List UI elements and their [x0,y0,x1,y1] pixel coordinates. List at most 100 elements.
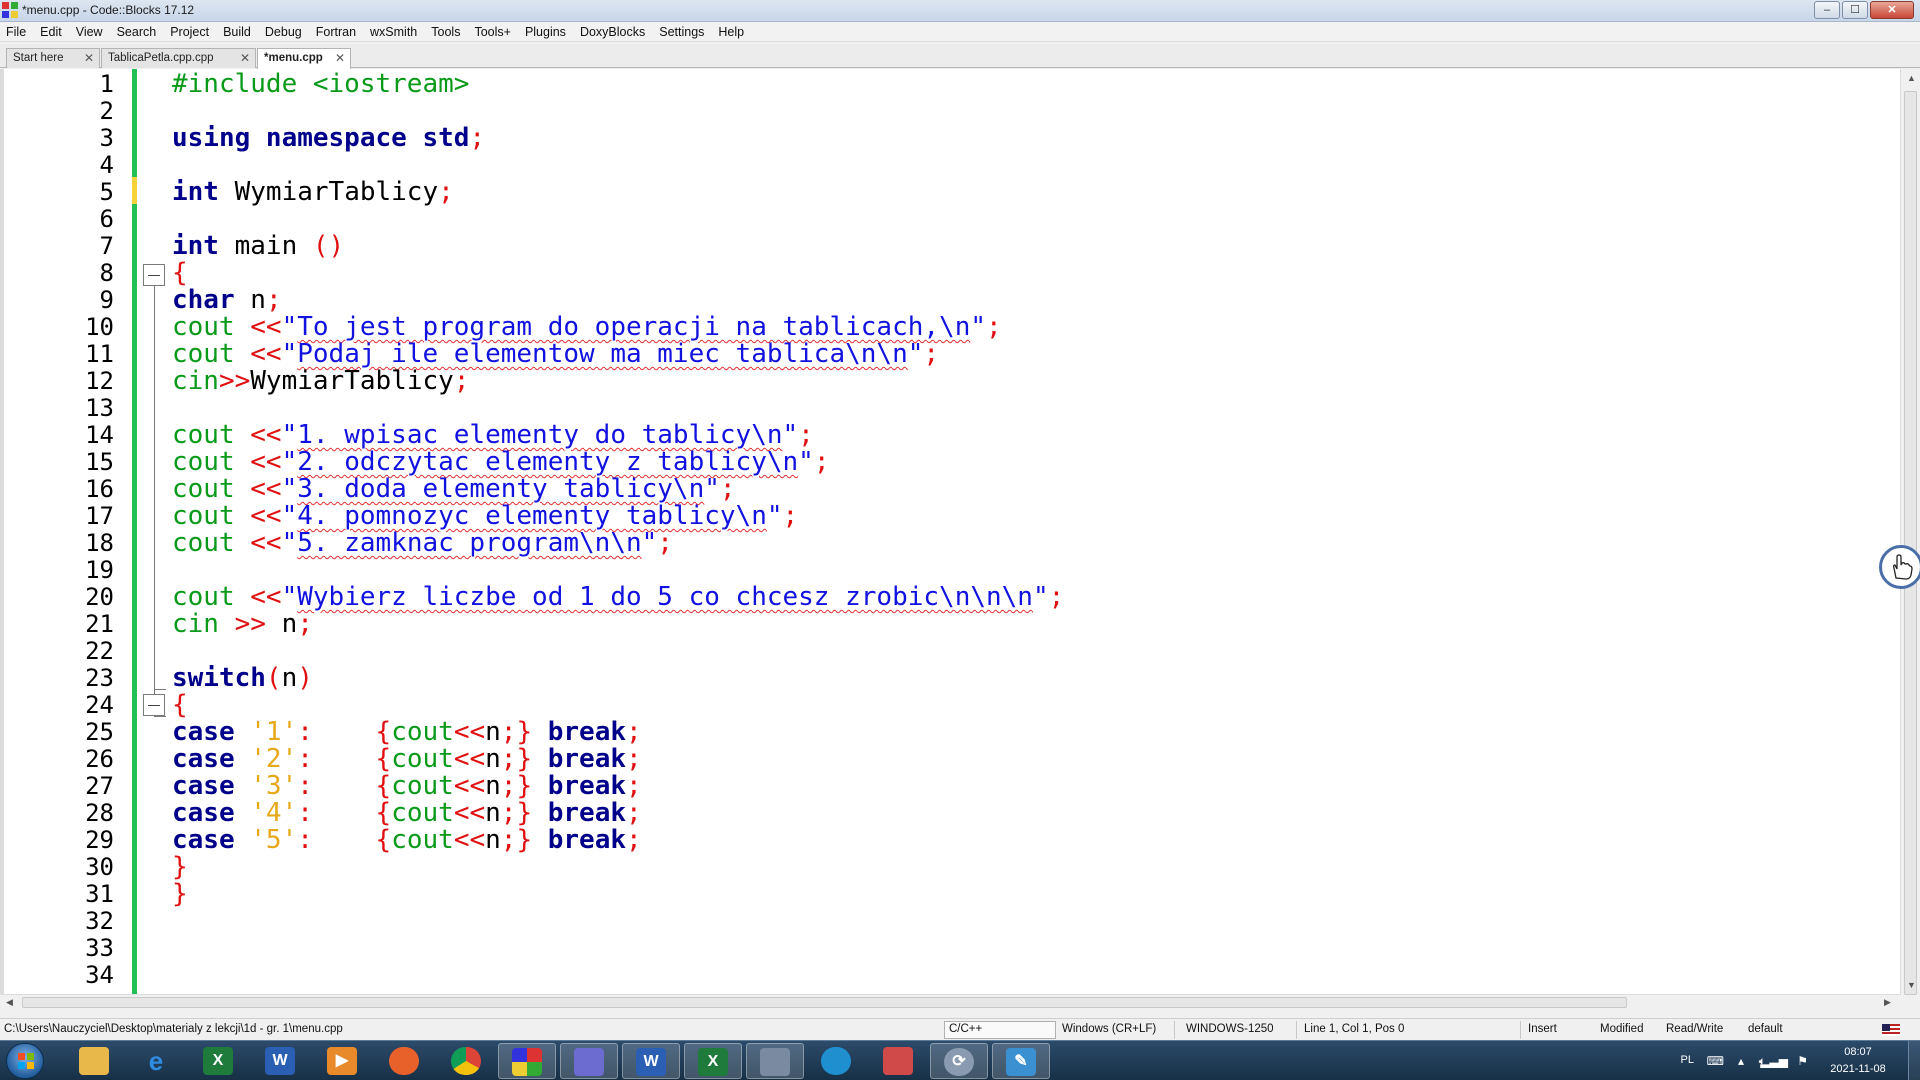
scroll-down-icon[interactable]: ▼ [1907,980,1916,990]
tab-menu-cpp[interactable]: *menu.cpp ✕ [257,48,351,69]
code-line: 29 case '5': {cout<<n;} break; [4,827,1900,854]
scroll-left-icon[interactable]: ◀ [6,997,13,1008]
code-text: cout <<"2. odczytac elementy z tablicy\n… [172,447,830,477]
code-text: #include <iostream> [172,69,470,99]
status-separator [1174,1021,1175,1039]
excel-icon: X [203,1047,233,1075]
line-number: 12 [85,367,114,395]
menu-wxsmith[interactable]: wxSmith [370,25,417,39]
tab-tablicapetla[interactable]: TablicaPetla.cpp.cpp ✕ [101,48,256,68]
line-number: 9 [99,286,114,314]
window-controls: ‒ ☐ ✕ [1814,1,1914,19]
vertical-scrollbar[interactable]: ▲ ▼ [1900,69,1920,995]
taskbar-word[interactable]: W [252,1043,310,1079]
tab-label: Start here [13,52,64,64]
code-line: 6 [4,206,1900,233]
menu-plugins[interactable]: Plugins [525,25,566,39]
start-button[interactable] [6,1043,44,1079]
code-line: 3 using namespace std; [4,125,1900,152]
menu-help[interactable]: Help [718,25,744,39]
status-cursor-position: Line 1, Col 1, Pos 0 [1304,1023,1405,1035]
action-center-icon[interactable]: ⚑ [1797,1054,1808,1068]
code-text: } [172,852,188,882]
line-number: 4 [99,151,114,179]
menu-settings[interactable]: Settings [659,25,704,39]
line-number: 17 [85,502,114,530]
line-number: 6 [99,205,114,233]
taskbar-notepad[interactable]: ✎ [992,1043,1050,1079]
code-text: cout <<"3. doda elementy tablicy\n"; [172,474,736,504]
code-line: 27 case '3': {cout<<n;} break; [4,773,1900,800]
line-number: 33 [85,934,114,962]
tab-close-icon[interactable]: ✕ [84,51,94,65]
minimize-button[interactable]: ‒ [1814,1,1840,19]
tab-start-here[interactable]: Start here ✕ [6,48,100,68]
tab-close-icon[interactable]: ✕ [335,51,345,65]
menu-edit[interactable]: Edit [40,25,62,39]
taskbar-excel[interactable]: X [190,1043,248,1079]
code-line: 30 } [4,854,1900,881]
menu-fortran[interactable]: Fortran [316,25,356,39]
scroll-up-icon[interactable]: ▲ [1907,73,1916,83]
code-text: cout <<"To jest program do operacji na t… [172,312,1002,342]
menu-tools-plus[interactable]: Tools+ [474,25,510,39]
line-number: 24 [85,691,114,719]
taskbar-edge[interactable] [808,1043,866,1079]
excel-doc-icon: X [698,1048,728,1076]
menu-debug[interactable]: Debug [265,25,302,39]
scroll-right-icon[interactable]: ▶ [1884,997,1891,1008]
status-language[interactable]: C/C++ [944,1021,1056,1039]
code-line: 8 { [4,260,1900,287]
code-editor[interactable]: 1 #include <iostream> 2 3 using namespac… [0,69,1900,995]
taskbar-sync[interactable]: ⟳ [930,1043,988,1079]
menu-file[interactable]: File [6,25,26,39]
horizontal-scrollbar[interactable]: ◀ ▶ [0,994,1900,1010]
paint-icon [883,1047,913,1075]
menu-doxyblocks[interactable]: DoxyBlocks [580,25,645,39]
clock-time[interactable]: 08:07 [1818,1046,1898,1058]
show-desktop-button[interactable] [1908,1041,1920,1080]
menu-search[interactable]: Search [117,25,157,39]
maximize-button[interactable]: ☐ [1842,1,1868,19]
menu-view[interactable]: View [76,25,103,39]
taskbar-word-doc[interactable]: W [622,1043,680,1079]
tab-close-icon[interactable]: ✕ [240,51,250,65]
menu-build[interactable]: Build [223,25,251,39]
taskbar-file-explorer[interactable] [66,1043,124,1079]
taskbar-codeblocks[interactable] [498,1043,556,1079]
menu-bar: File Edit View Search Project Build Debu… [0,22,1920,42]
network-signal-icon[interactable]: ▂▃▅ [1760,1054,1788,1068]
us-flag-icon [1882,1024,1900,1036]
code-line: 25 case '1': {cout<<n;} break; [4,719,1900,746]
code-line: 32 [4,908,1900,935]
menu-project[interactable]: Project [170,25,209,39]
taskbar-save-tool[interactable] [560,1043,618,1079]
taskbar-network[interactable] [746,1043,804,1079]
show-hidden-icons-icon[interactable]: ▴ [1738,1054,1744,1068]
code-text: case '1': {cout<<n;} break; [172,717,642,747]
close-button[interactable]: ✕ [1870,1,1914,19]
horizontal-scroll-thumb[interactable] [22,997,1627,1008]
hand-pointer-icon[interactable] [1879,545,1920,589]
clock-date[interactable]: 2021-11-08 [1818,1063,1898,1075]
taskbar-paint[interactable] [870,1043,928,1079]
code-text: cin>>WymiarTablicy; [172,366,470,396]
taskbar-chrome[interactable] [438,1043,496,1079]
code-line: 2 [4,98,1900,125]
keyboard-icon[interactable]: ⌨ [1707,1054,1724,1068]
vertical-scroll-thumb[interactable] [1904,91,1917,995]
taskbar-media-player[interactable]: ▶ [314,1043,372,1079]
line-number: 3 [99,124,114,152]
codeblocks-app-icon [2,2,18,18]
line-number: 1 [99,70,114,98]
taskbar-internet-explorer[interactable]: e [128,1043,186,1079]
line-number: 32 [85,907,114,935]
menu-tools[interactable]: Tools [431,25,460,39]
line-number: 31 [85,880,114,908]
window-title: *menu.cpp - Code::Blocks 17.12 [22,3,195,17]
code-line: 16 cout <<"3. doda elementy tablicy\n"; [4,476,1900,503]
keyboard-language[interactable]: PL [1681,1054,1694,1066]
taskbar-excel-doc[interactable]: X [684,1043,742,1079]
taskbar-firefox[interactable] [376,1043,434,1079]
line-number: 21 [85,610,114,638]
